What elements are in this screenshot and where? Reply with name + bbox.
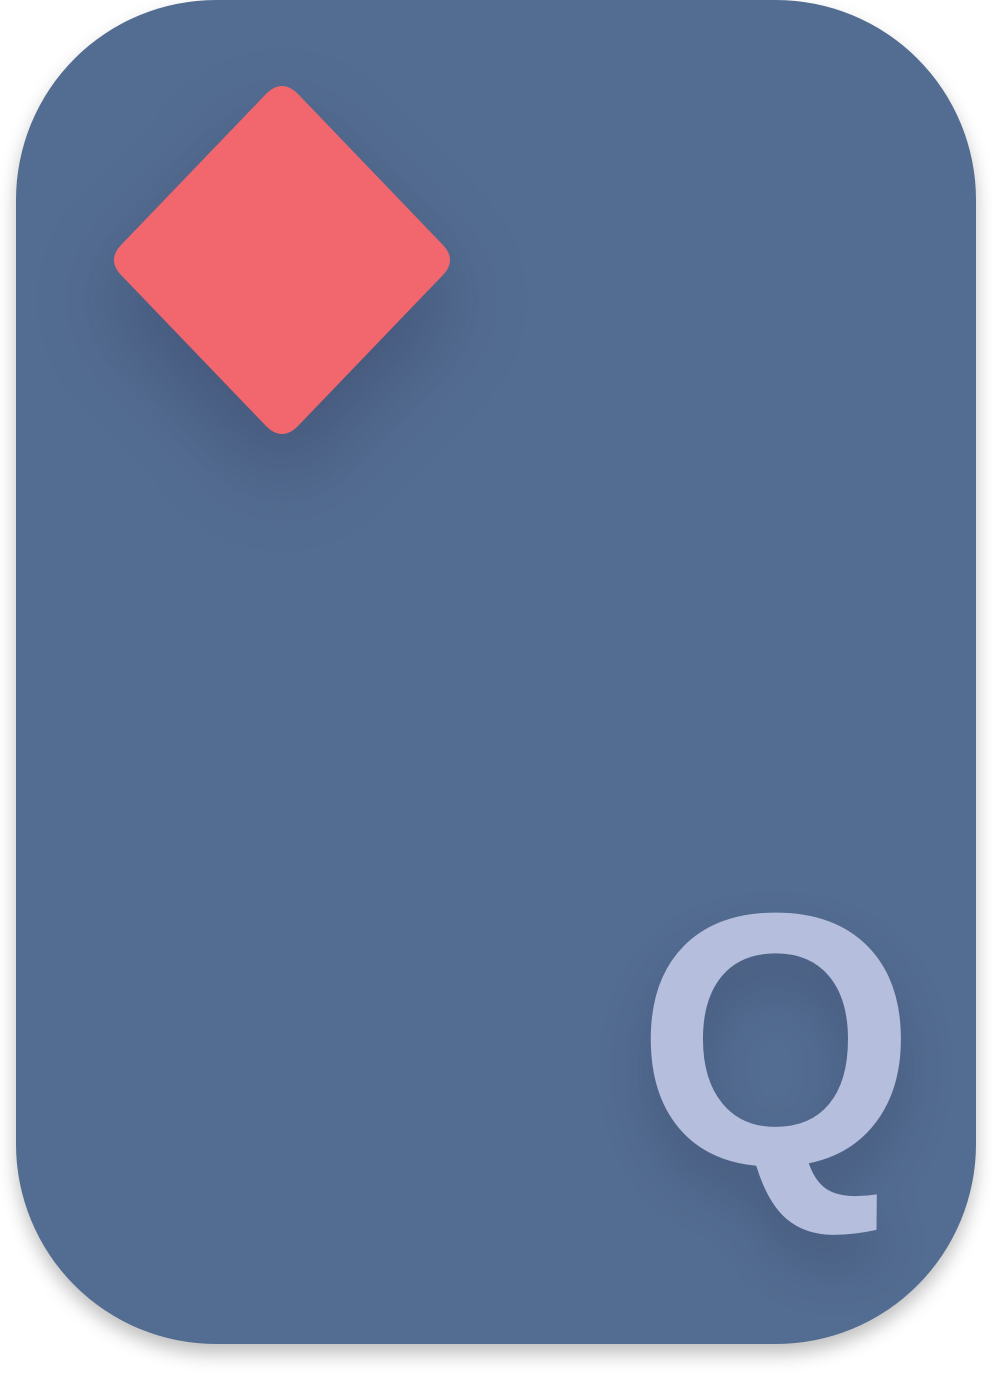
diamond-icon xyxy=(112,84,452,436)
card-rank: Q xyxy=(636,839,917,1241)
playing-card[interactable]: Q xyxy=(16,0,976,1344)
